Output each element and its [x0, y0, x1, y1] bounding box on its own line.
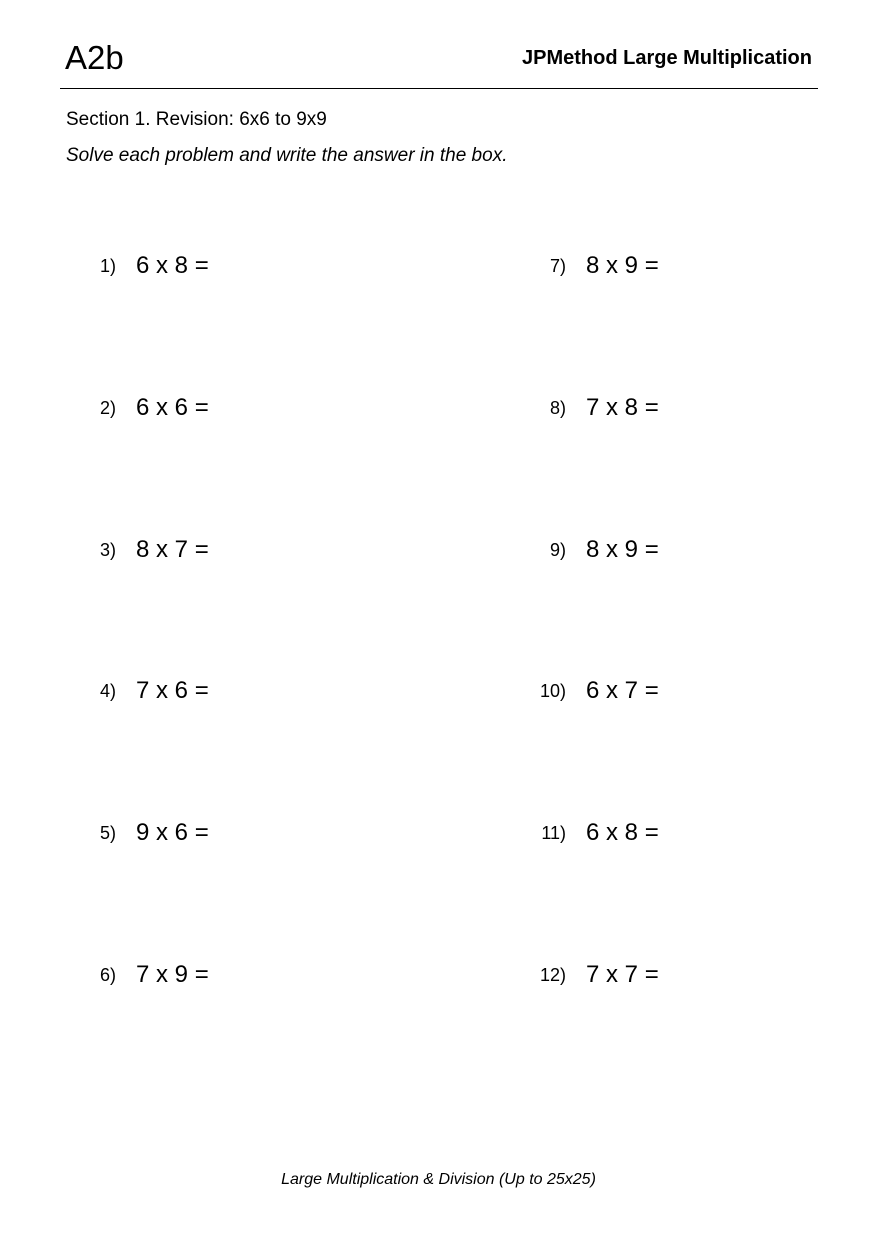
problem-item: 5) 9 x 6 = — [66, 818, 366, 848]
problem-item: 1) 6 x 8 = — [66, 251, 366, 281]
problem-number: 7) — [549, 256, 566, 276]
problem-expression: 9 x 6 = — [136, 819, 209, 846]
problem-expression: 6 x 7 = — [586, 677, 659, 704]
problem-item: 11) 6 x 8 = — [516, 818, 816, 848]
problem-number: 6) — [99, 965, 116, 985]
problem-item: 7) 8 x 9 = — [516, 251, 816, 281]
problem-number: 8) — [549, 398, 566, 418]
problem-item: 8) 7 x 8 = — [516, 393, 816, 423]
problem-item: 6) 7 x 9 = — [66, 960, 366, 990]
problem-number: 11) — [541, 823, 566, 843]
problem-number: 12) — [539, 965, 566, 985]
problem-number: 5) — [99, 823, 116, 843]
section-heading: Section 1. Revision: 6x6 to 9x9 — [66, 109, 327, 130]
problem-expression: 7 x 8 = — [586, 394, 659, 421]
problem-item: 10) 6 x 7 = — [516, 676, 816, 706]
problem-item: 4) 7 x 6 = — [66, 676, 366, 706]
problem-expression: 7 x 6 = — [136, 677, 209, 704]
problem-expression: 6 x 8 = — [136, 252, 209, 279]
problem-item: 2) 6 x 6 = — [66, 393, 366, 423]
problem-expression: 8 x 9 = — [586, 536, 659, 563]
problem-item: 9) 8 x 9 = — [516, 535, 816, 565]
problem-number: 2) — [99, 398, 116, 418]
problem-item: 3) 8 x 7 = — [66, 535, 366, 565]
problem-number: 10) — [539, 681, 566, 701]
problem-number: 4) — [99, 681, 116, 701]
problem-number: 9) — [549, 540, 566, 560]
instructions: Solve each problem and write the answer … — [66, 145, 508, 166]
problem-number: 3) — [99, 540, 116, 560]
page-footer: Large Multiplication & Division (Up to 2… — [281, 1171, 596, 1188]
worksheet-code: A2b — [65, 39, 124, 76]
problem-expression: 8 x 9 = — [586, 252, 659, 279]
problem-number: 1) — [99, 256, 116, 276]
problem-expression: 6 x 6 = — [136, 394, 209, 421]
header-divider — [60, 88, 818, 89]
problem-expression: 6 x 8 = — [586, 819, 659, 846]
problem-expression: 7 x 9 = — [136, 961, 209, 988]
problem-expression: 7 x 7 = — [586, 961, 659, 988]
problem-item: 12) 7 x 7 = — [516, 960, 816, 990]
worksheet-title: JPMethod Large Multiplication — [521, 47, 812, 69]
problem-expression: 8 x 7 = — [136, 536, 209, 563]
